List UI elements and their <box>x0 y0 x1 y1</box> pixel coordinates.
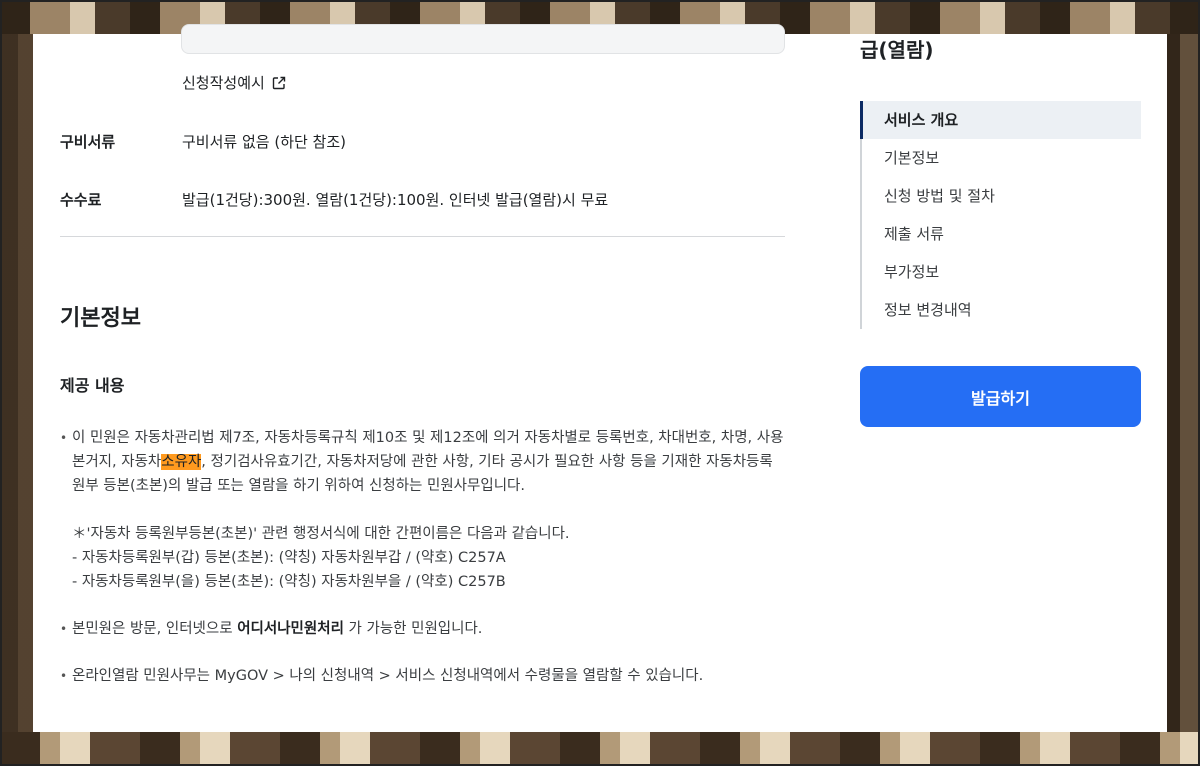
list-item: 온라인열람 민원사무는 MyGOV > 나의 신청내역 > 서비스 신청내역에서… <box>60 664 785 688</box>
required-docs-label: 구비서류 <box>60 133 116 151</box>
toc-item-change-history[interactable]: 정보 변경내역 <box>862 291 1141 329</box>
application-example-link[interactable]: 신청작성예시 <box>182 72 287 93</box>
note-line: - 자동차등록원부(을) 등본(초본): (약칭) 자동차원부을 / (약호) … <box>72 574 506 590</box>
section-title: 기본정보 <box>60 306 141 331</box>
example-link-label: 신청작성예시 <box>182 74 265 92</box>
table-of-contents: 서비스 개요 기본정보 신청 방법 및 절차 제출 서류 부가정보 정보 변경내… <box>860 101 1141 329</box>
fee-value: 발급(1건당):300원. 열람(1건당):100원. 인터넷 발급(열람)시 … <box>182 191 609 209</box>
provided-content: 이 민원은 자동차관리법 제7조, 자동차등록규칙 제10조 및 제12조에 의… <box>60 426 785 688</box>
fee-label: 수수료 <box>60 191 102 209</box>
list-item: 이 민원은 자동차관리법 제7조, 자동차등록규칙 제10조 및 제12조에 의… <box>60 426 785 498</box>
main-content: 신청작성예시 구비서류 구비서류 없음 (하단 참조) 수수료 발급(1건당):… <box>33 24 793 732</box>
note-line: ＊'자동차 등록원부등본(초본)' 관련 행정서식에 대한 간편이름은 다음과 … <box>72 526 570 542</box>
content-panel: 신청작성예시 구비서류 구비서류 없음 (하단 참조) 수수료 발급(1건당):… <box>33 24 1167 732</box>
list-item: 본민원은 방문, 인터넷으로 어디서나민원처리 가 가능한 민원입니다. <box>60 617 785 641</box>
fee-row: 수수료 발급(1건당):300원. 열람(1건당):100원. 인터넷 발급(열… <box>60 189 785 210</box>
toc-item-basic-info[interactable]: 기본정보 <box>862 139 1141 177</box>
subsection-title: 제공 내용 <box>60 376 125 395</box>
alias-note: ＊'자동차 등록원부등본(초본)' 관련 행정서식에 대한 간편이름은 다음과 … <box>60 522 785 594</box>
issue-button[interactable]: 발급하기 <box>860 366 1141 427</box>
external-link-icon <box>272 76 286 89</box>
sidebar: 급(열람) 서비스 개요 기본정보 신청 방법 및 절차 제출 서류 부가정보 … <box>860 34 1141 732</box>
toc-item-submission-docs[interactable]: 제출 서류 <box>862 215 1141 253</box>
sidebar-title: 급(열람) <box>860 38 934 62</box>
note-line: - 자동차등록원부(갑) 등본(초본): (약칭) 자동차원부갑 / (약호) … <box>72 550 506 566</box>
section-divider <box>60 236 785 237</box>
toc-item-additional-info[interactable]: 부가정보 <box>862 253 1141 291</box>
background-photo-bottom <box>0 732 1200 766</box>
toc-item-service-overview[interactable]: 서비스 개요 <box>860 101 1141 139</box>
highlighted-term: 소유자 <box>161 454 202 470</box>
anywhere-service-term: 어디서나민원처리 <box>237 621 344 637</box>
application-input-box <box>181 24 785 54</box>
required-docs-row: 구비서류 구비서류 없음 (하단 참조) <box>60 131 785 152</box>
required-docs-value: 구비서류 없음 (하단 참조) <box>182 133 347 151</box>
toc-item-application-method[interactable]: 신청 방법 및 절차 <box>862 177 1141 215</box>
